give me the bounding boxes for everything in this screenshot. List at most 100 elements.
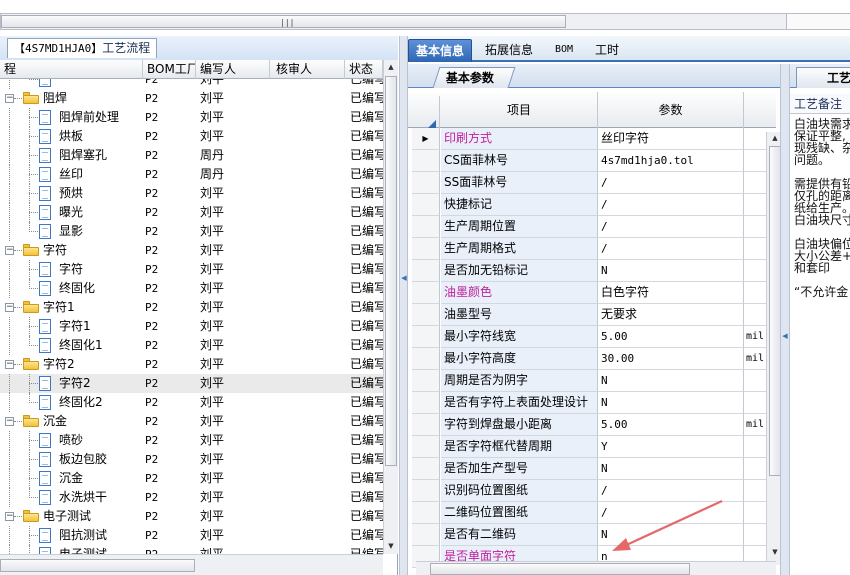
- param-row[interactable]: 生产周期位置 /: [408, 216, 776, 238]
- col-item[interactable]: 项目: [441, 92, 598, 128]
- collapse-icon[interactable]: −: [5, 417, 14, 426]
- tree-row[interactable]: 字符2 P2 刘平 已编写: [0, 374, 383, 393]
- tree-row[interactable]: 丝印 P2 周丹 已编写: [0, 165, 383, 184]
- tree-row[interactable]: 沉金 P2 刘平 已编写: [0, 469, 383, 488]
- tree-row[interactable]: 字符 P2 刘平 已编写: [0, 260, 383, 279]
- col-status[interactable]: 状态: [345, 60, 383, 79]
- tree-row[interactable]: 显影 P2 刘平 已编写: [0, 222, 383, 241]
- tab-extended-info[interactable]: 拓展信息: [478, 39, 540, 62]
- tree-connector: [9, 488, 10, 507]
- param-value[interactable]: N: [598, 392, 744, 414]
- param-row[interactable]: 生产周期格式 /: [408, 238, 776, 260]
- tree-row[interactable]: 水洗烘干 P2 刘平 已编写: [0, 488, 383, 507]
- process-flow-tab[interactable]: 【4S7MD1HJA0】工艺流程: [7, 38, 158, 58]
- row-indicator: [412, 304, 440, 326]
- tree-row[interactable]: 终固化1 P2 刘平 已编写: [0, 336, 383, 355]
- tree-row[interactable]: − 电子测试 P2 刘平 已编写: [0, 507, 383, 526]
- param-row[interactable]: 快捷标记 /: [408, 194, 776, 216]
- param-row[interactable]: 是否字符框代替周期 Y: [408, 436, 776, 458]
- tab-work-hours[interactable]: 工时: [588, 39, 626, 62]
- collapse-icon[interactable]: −: [5, 512, 14, 521]
- param-value[interactable]: 白色字符: [598, 282, 744, 304]
- tree-row[interactable]: 字符1 P2 刘平 已编写: [0, 317, 383, 336]
- left-splitter[interactable]: ◀: [399, 36, 408, 575]
- tree-row[interactable]: − 字符 P2 刘平 已编写: [0, 241, 383, 260]
- col-process[interactable]: 程: [0, 60, 143, 79]
- param-row[interactable]: 字符到焊盘最小距离 5.00 mil: [408, 414, 776, 436]
- param-value[interactable]: 无要求: [598, 304, 744, 326]
- param-value[interactable]: 5.00: [598, 326, 744, 348]
- folder-body: [23, 513, 39, 522]
- right-splitter[interactable]: ◀: [780, 64, 790, 575]
- scroll-down-icon[interactable]: ▼: [385, 542, 397, 550]
- tree-row[interactable]: − 字符2 P2 刘平 已编写: [0, 355, 383, 374]
- tree-row[interactable]: P2 刘平 已编写: [0, 79, 383, 89]
- tree-row[interactable]: 电子测试 P2 刘平 已编写: [0, 545, 383, 554]
- param-row[interactable]: 油墨型号 无要求: [408, 304, 776, 326]
- scrollbar-thumb[interactable]: |||: [1, 15, 566, 28]
- param-row[interactable]: 油墨颜色 白色字符: [408, 282, 776, 304]
- tree-row[interactable]: 板边包胶 P2 刘平 已编写: [0, 450, 383, 469]
- tab-bom[interactable]: BOM: [548, 39, 580, 62]
- tree-row[interactable]: 终固化2 P2 刘平 已编写: [0, 393, 383, 412]
- collapse-icon[interactable]: −: [5, 360, 14, 369]
- status-cell: 已编写: [350, 224, 383, 238]
- param-row[interactable]: 是否加生产型号 N: [408, 458, 776, 480]
- tree-row[interactable]: 曝光 P2 刘平 已编写: [0, 203, 383, 222]
- param-value[interactable]: N: [598, 458, 744, 480]
- param-value[interactable]: N: [598, 370, 744, 392]
- col-reviewer[interactable]: 核审人: [270, 60, 345, 79]
- tree-connector: [14, 364, 22, 365]
- param-value[interactable]: /: [598, 172, 744, 194]
- param-row[interactable]: 最小字符高度 30.00 mil: [408, 348, 776, 370]
- param-value[interactable]: 丝印字符: [598, 128, 744, 150]
- scrollbar-thumb[interactable]: [0, 559, 195, 572]
- tree-row[interactable]: 阻抗测试 P2 刘平 已编写: [0, 526, 383, 545]
- tree-vertical-scrollbar[interactable]: ▲ ▼: [383, 60, 398, 554]
- tab-process[interactable]: 工艺: [796, 67, 850, 88]
- tree-label: 预烘: [59, 186, 84, 200]
- param-value[interactable]: 5.00: [598, 414, 744, 436]
- tree-row[interactable]: 喷砂 P2 刘平 已编写: [0, 431, 383, 450]
- grid-horizontal-scrollbar[interactable]: [416, 561, 776, 575]
- tree-row[interactable]: 终固化 P2 刘平 已编写: [0, 279, 383, 298]
- scrollbar-thumb[interactable]: [430, 563, 690, 575]
- param-row[interactable]: CS面菲林号 4s7md1hja0.tol: [408, 150, 776, 172]
- collapse-icon[interactable]: −: [5, 246, 14, 255]
- col-unit[interactable]: [744, 92, 776, 128]
- param-row[interactable]: 最小字符线宽 5.00 mil: [408, 326, 776, 348]
- param-value[interactable]: 30.00: [598, 348, 744, 370]
- tree-row[interactable]: − 沉金 P2 刘平 已编写: [0, 412, 383, 431]
- param-row[interactable]: SS面菲林号 /: [408, 172, 776, 194]
- top-horizontal-scrollbar[interactable]: |||: [0, 13, 787, 30]
- collapse-icon[interactable]: −: [5, 303, 14, 312]
- collapse-icon[interactable]: −: [5, 94, 14, 103]
- param-value[interactable]: /: [598, 194, 744, 216]
- param-value[interactable]: /: [598, 238, 744, 260]
- tab-basic-params[interactable]: 基本参数: [432, 67, 516, 88]
- col-bom-factory[interactable]: BOM工厂: [143, 60, 196, 79]
- param-value[interactable]: 4s7md1hja0.tol: [598, 150, 744, 172]
- scrollbar-thumb[interactable]: [385, 76, 397, 466]
- tree-row[interactable]: 烘板 P2 刘平 已编写: [0, 127, 383, 146]
- tree-row[interactable]: − 阻焊 P2 刘平 已编写: [0, 89, 383, 108]
- tree-horizontal-scrollbar[interactable]: [0, 554, 383, 575]
- tree-row[interactable]: 预烘 P2 刘平 已编写: [0, 184, 383, 203]
- tree-row[interactable]: 阻焊塞孔 P2 周丹 已编写: [0, 146, 383, 165]
- col-writer[interactable]: 编写人: [196, 60, 270, 79]
- param-value[interactable]: N: [598, 260, 744, 282]
- bom-factory-cell: P2: [145, 187, 159, 200]
- param-value[interactable]: /: [598, 216, 744, 238]
- param-row[interactable]: 是否有字符上表面处理设计 N: [408, 392, 776, 414]
- param-value[interactable]: Y: [598, 436, 744, 458]
- tab-basic-info[interactable]: 基本信息: [408, 39, 473, 62]
- col-param[interactable]: 参数: [598, 92, 744, 128]
- tree-row[interactable]: − 字符1 P2 刘平 已编写: [0, 298, 383, 317]
- param-row[interactable]: ▶ 印刷方式 丝印字符: [408, 128, 776, 150]
- scroll-up-icon[interactable]: ▲: [385, 63, 397, 71]
- tree-row[interactable]: 阻焊前处理 P2 刘平 已编写: [0, 108, 383, 127]
- writer-cell: 刘平: [200, 319, 225, 333]
- param-row[interactable]: 周期是否为阴字 N: [408, 370, 776, 392]
- bom-factory-cell: P2: [145, 491, 159, 504]
- param-row[interactable]: 是否加无铅标记 N: [408, 260, 776, 282]
